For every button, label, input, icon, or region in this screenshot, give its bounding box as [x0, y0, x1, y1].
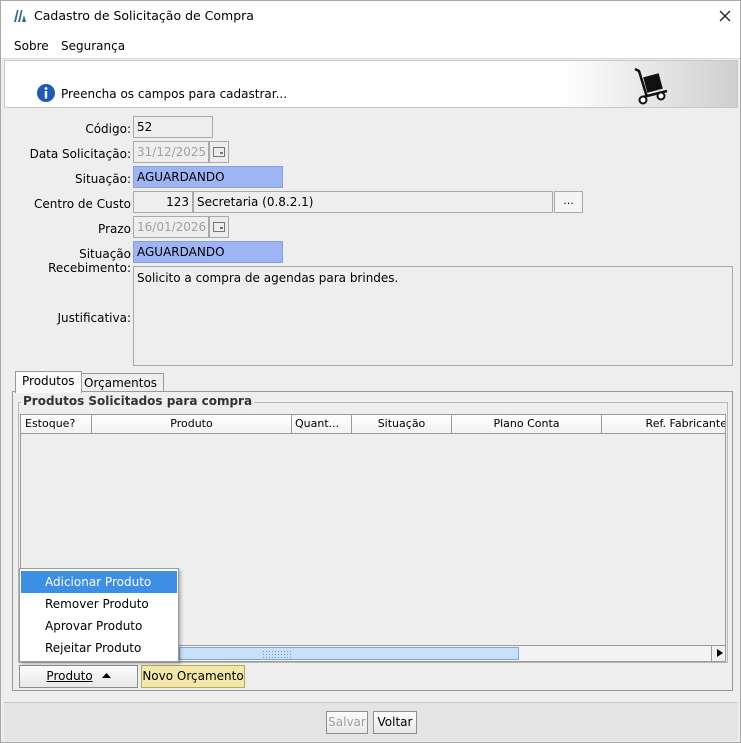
menu-item-aprovar-produto[interactable]: Aprovar Produto	[21, 615, 177, 637]
column-quantidade[interactable]: Quant...	[292, 415, 352, 434]
centro-custo-name-field[interactable]: Secretaria (0.8.2.1)	[193, 191, 553, 213]
menu-item-adicionar-produto[interactable]: Adicionar Produto	[21, 571, 177, 593]
centro-custo-label: Centro de Custo	[34, 197, 131, 211]
codigo-label: Código:	[85, 122, 131, 136]
info-banner: Preencha os campos para cadastrar...	[4, 60, 738, 108]
situacao-recebimento-field[interactable]: AGUARDANDO	[133, 241, 283, 263]
calendar-icon	[213, 222, 225, 232]
situacao-label: Situação:	[75, 172, 131, 186]
produto-menu-button[interactable]: Produto	[19, 665, 138, 688]
centro-custo-code-field[interactable]: 123	[133, 191, 193, 213]
info-icon	[37, 84, 55, 102]
window: Cadastro de Solicitação de Compra Sobre …	[0, 0, 741, 743]
salvar-button[interactable]: Salvar	[326, 711, 368, 734]
banner-message: Preencha os campos para cadastrar...	[61, 87, 288, 101]
app-logo-icon	[14, 10, 26, 22]
column-situacao[interactable]: Situação	[352, 415, 452, 434]
grip-icon	[262, 650, 292, 658]
calendar-button[interactable]	[209, 141, 229, 163]
column-estoque[interactable]: Estoque?	[21, 415, 92, 434]
novo-orcamento-button[interactable]: Novo Orçamento	[141, 665, 245, 688]
produtos-group-title: Produtos Solicitados para compra	[21, 394, 255, 408]
menu-bar: Sobre Segurança	[1, 31, 740, 59]
arrow-right-icon	[717, 649, 723, 657]
title-bar: Cadastro de Solicitação de Compra	[1, 1, 740, 31]
window-title: Cadastro de Solicitação de Compra	[34, 8, 254, 23]
situacao-recebimento-label: Situação Recebimento:	[48, 247, 131, 275]
calendar-button[interactable]	[209, 216, 229, 238]
menu-item-rejeitar-produto[interactable]: Rejeitar Produto	[21, 637, 177, 659]
column-produto[interactable]: Produto	[92, 415, 292, 434]
produto-button-label: Produto	[46, 669, 93, 683]
produto-popup-menu: Adicionar Produto Remover Produto Aprova…	[19, 568, 179, 662]
scroll-right-button[interactable]	[711, 646, 725, 661]
scrollbar-thumb[interactable]	[179, 647, 519, 660]
situacao-field[interactable]: AGUARDANDO	[133, 166, 283, 188]
column-plano-conta[interactable]: Plano Conta	[452, 415, 602, 434]
centro-custo-lookup-button[interactable]: ...	[554, 191, 583, 213]
justificativa-textarea[interactable]: Solicito a compra de agendas para brinde…	[133, 266, 733, 366]
prazo-field[interactable]: 16/01/2026	[133, 216, 209, 238]
footer: Salvar Voltar	[4, 703, 738, 741]
tab-orcamentos[interactable]: Orçamentos	[77, 373, 165, 393]
codigo-field[interactable]: 52	[133, 116, 213, 138]
menu-sobre[interactable]: Sobre	[14, 39, 49, 53]
hand-truck-icon	[634, 67, 668, 105]
table-header: Estoque? Produto Quant... Situação Plano…	[21, 415, 725, 434]
caret-up-icon	[101, 673, 111, 678]
menu-item-remover-produto[interactable]: Remover Produto	[21, 593, 177, 615]
data-solicitacao-label: Data Solicitação:	[29, 147, 131, 161]
calendar-icon	[213, 147, 225, 157]
justificativa-label: Justificativa:	[57, 311, 131, 325]
voltar-button[interactable]: Voltar	[373, 711, 417, 734]
column-ref-fabricante[interactable]: Ref. Fabricante	[602, 415, 725, 434]
menu-seguranca[interactable]: Segurança	[61, 39, 125, 53]
prazo-label: Prazo	[98, 222, 131, 236]
close-icon[interactable]	[713, 4, 737, 28]
data-solicitacao-field[interactable]: 31/12/2025	[133, 141, 209, 163]
tab-produtos[interactable]: Produtos	[15, 371, 82, 393]
